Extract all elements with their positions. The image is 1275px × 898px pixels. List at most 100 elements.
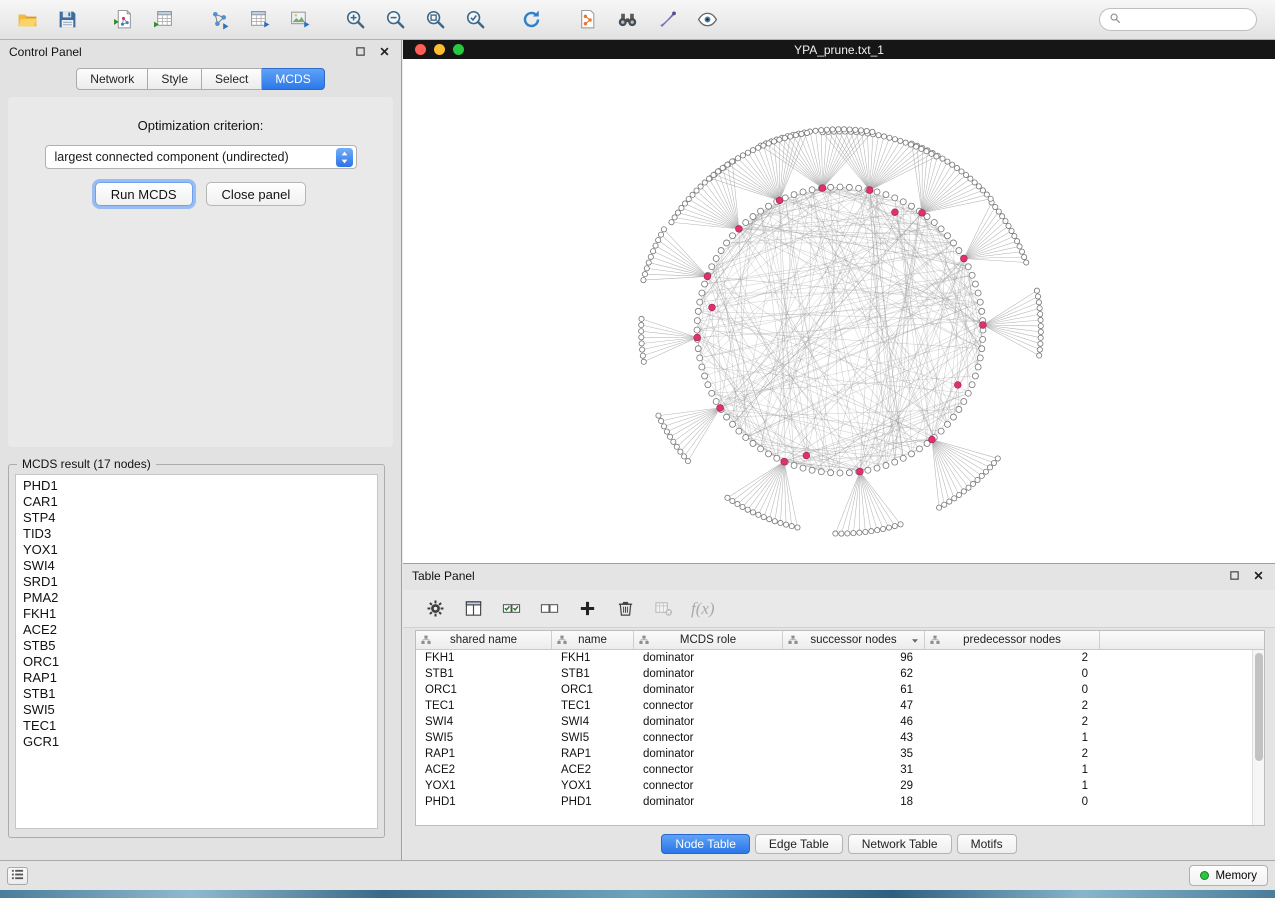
mcds-result-item[interactable]: STB1 — [16, 686, 377, 702]
scrollbar-thumb[interactable] — [1255, 653, 1263, 761]
open-session-button[interactable] — [12, 6, 42, 34]
task-history-button[interactable] — [7, 867, 28, 885]
mcds-result-item[interactable]: TID3 — [16, 526, 377, 542]
deselect-all-button[interactable] — [535, 595, 563, 623]
mcds-result-list[interactable]: PHD1CAR1STP4TID3YOX1SWI4SRD1PMA2FKH1ACE2… — [15, 474, 378, 829]
control-panel: Control Panel NetworkStyleSelectMCDS Opt… — [0, 40, 402, 860]
annotations-button[interactable] — [652, 6, 682, 34]
mcds-result-item[interactable]: ACE2 — [16, 622, 377, 638]
mcds-result-item[interactable]: YOX1 — [16, 542, 377, 558]
close-window-button[interactable] — [415, 44, 426, 55]
column-header-shared-name[interactable]: shared name — [416, 631, 552, 649]
mcds-result-item[interactable]: GCR1 — [16, 734, 377, 750]
table-row[interactable]: ACE2ACE2connector311 — [416, 762, 1252, 778]
tab-edge-table[interactable]: Edge Table — [755, 834, 843, 854]
mcds-result-item[interactable]: RAP1 — [16, 670, 377, 686]
delete-row-button[interactable] — [611, 595, 639, 623]
maximize-window-button[interactable] — [453, 44, 464, 55]
cell-name: TEC1 — [552, 700, 634, 712]
table-row[interactable]: SWI5SWI5connector431 — [416, 730, 1252, 746]
table-row[interactable]: SWI4SWI4dominator462 — [416, 714, 1252, 730]
import-table-icon — [153, 9, 174, 30]
float-table-panel-button[interactable] — [1227, 569, 1242, 584]
minimize-window-button[interactable] — [434, 44, 445, 55]
tab-node-table[interactable]: Node Table — [661, 834, 750, 854]
export-network-button[interactable] — [204, 6, 234, 34]
zoom-out-button[interactable] — [380, 6, 410, 34]
criterion-dropdown[interactable]: largest connected component (undirected) — [45, 145, 357, 169]
cell-shared-name: STB1 — [416, 668, 552, 680]
mcds-result-item[interactable]: PMA2 — [16, 590, 377, 606]
mcds-buttons-row: Run MCDS Close panel — [8, 182, 393, 206]
table-row[interactable]: ORC1ORC1dominator610 — [416, 682, 1252, 698]
column-label: MCDS role — [680, 634, 736, 646]
save-session-button[interactable] — [52, 6, 82, 34]
zoom-in-icon — [345, 9, 366, 30]
zoom-selected-button[interactable] — [460, 6, 490, 34]
mcds-result-item[interactable]: SWI5 — [16, 702, 377, 718]
mcds-result-item[interactable]: PHD1 — [16, 478, 377, 494]
tab-select[interactable]: Select — [202, 68, 262, 90]
mcds-result-item[interactable]: STB5 — [16, 638, 377, 654]
network-canvas[interactable] — [403, 59, 1275, 563]
table-row[interactable]: PHD1PHD1dominator180 — [416, 794, 1252, 810]
tab-network[interactable]: Network — [76, 68, 148, 90]
zoom-in-button[interactable] — [340, 6, 370, 34]
close-panel-action-button[interactable]: Close panel — [206, 182, 307, 206]
criterion-selected-value: largest connected component (undirected) — [55, 150, 336, 164]
float-panel-button[interactable] — [353, 45, 368, 60]
close-table-panel-button[interactable] — [1251, 569, 1266, 584]
toolbar-groups — [12, 6, 748, 34]
tab-mcds[interactable]: MCDS — [262, 68, 324, 90]
table-row[interactable]: FKH1FKH1dominator962 — [416, 650, 1252, 666]
import-table-button[interactable] — [148, 6, 178, 34]
share-network-button[interactable] — [572, 6, 602, 34]
columns-button[interactable] — [459, 595, 487, 623]
tab-style[interactable]: Style — [148, 68, 202, 90]
memory-button[interactable]: Memory — [1189, 865, 1268, 886]
save-session-icon — [57, 9, 78, 30]
graphics-details-button[interactable] — [692, 6, 722, 34]
function-builder-button[interactable]: f(x) — [691, 599, 715, 619]
table-row[interactable]: STB1STB1dominator620 — [416, 666, 1252, 682]
mcds-result-item[interactable]: SRD1 — [16, 574, 377, 590]
run-mcds-button[interactable]: Run MCDS — [95, 182, 193, 206]
cell-predecessor-nodes: 0 — [925, 684, 1100, 696]
settings-button[interactable] — [421, 595, 449, 623]
export-image-button[interactable] — [284, 6, 314, 34]
mcds-result-item[interactable]: FKH1 — [16, 606, 377, 622]
select-all-button[interactable] — [497, 595, 525, 623]
cell-mcds-role: connector — [634, 700, 783, 712]
clear-columns-button[interactable] — [649, 595, 677, 623]
cell-successor-nodes: 18 — [783, 796, 925, 808]
column-header-name[interactable]: name — [552, 631, 634, 649]
table-row[interactable]: YOX1YOX1connector291 — [416, 778, 1252, 794]
grid-sort-icon — [421, 635, 431, 645]
mcds-result-item[interactable]: STP4 — [16, 510, 377, 526]
find-network-button[interactable] — [612, 6, 642, 34]
mcds-result-item[interactable]: SWI4 — [16, 558, 377, 574]
table-row[interactable]: TEC1TEC1connector472 — [416, 698, 1252, 714]
export-table-button[interactable] — [244, 6, 274, 34]
tab-motifs[interactable]: Motifs — [957, 834, 1017, 854]
mcds-result-item[interactable]: CAR1 — [16, 494, 377, 510]
refresh-view-icon — [521, 9, 542, 30]
network-graph[interactable] — [403, 59, 1275, 563]
close-panel-button[interactable] — [377, 45, 392, 60]
refresh-view-button[interactable] — [516, 6, 546, 34]
column-header-successor-nodes[interactable]: successor nodes — [783, 631, 925, 649]
table-scrollbar[interactable] — [1252, 650, 1264, 825]
mcds-result-item[interactable]: TEC1 — [16, 718, 377, 734]
import-network-button[interactable] — [108, 6, 138, 34]
tab-network-table[interactable]: Network Table — [848, 834, 952, 854]
column-header-predecessor-nodes[interactable]: predecessor nodes — [925, 631, 1100, 649]
column-label: shared name — [450, 634, 517, 646]
table-row[interactable]: RAP1RAP1dominator352 — [416, 746, 1252, 762]
search-field[interactable] — [1099, 8, 1257, 31]
column-header-mcds-role[interactable]: MCDS role — [634, 631, 783, 649]
mcds-result-item[interactable]: ORC1 — [16, 654, 377, 670]
search-input[interactable] — [1126, 13, 1247, 27]
zoom-fit-button[interactable] — [420, 6, 450, 34]
grid-sort-icon — [639, 635, 649, 645]
add-row-button[interactable] — [573, 595, 601, 623]
